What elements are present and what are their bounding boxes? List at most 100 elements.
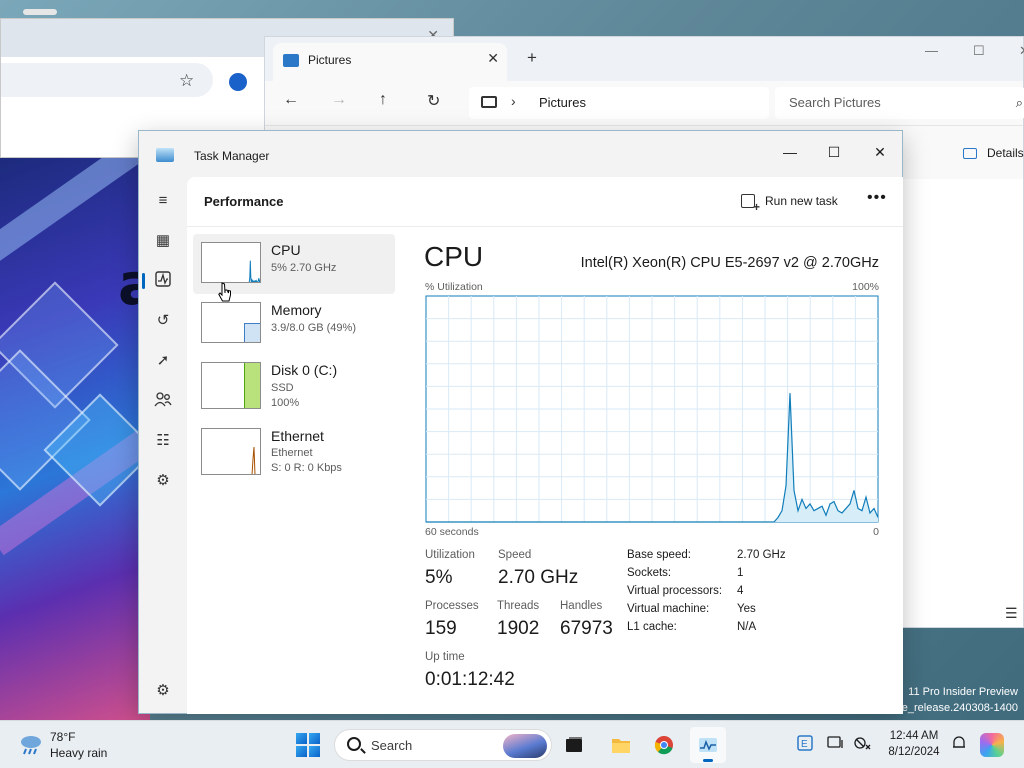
minimize-icon[interactable]: —	[925, 43, 938, 58]
explorer-tab-pictures[interactable]: Pictures ✕	[273, 43, 507, 81]
browser-tab-fragment[interactable]	[23, 9, 57, 15]
active-indicator	[142, 273, 145, 289]
clock-date: 8/12/2024	[888, 746, 940, 758]
performance-panel: Performance Run new task ••• CPU 5% 2.70…	[187, 177, 903, 714]
memory-thumbnail-graph	[201, 302, 261, 343]
handles-label: Handles	[560, 600, 603, 612]
threads-value: 1902	[497, 618, 540, 639]
utilization-label: Utilization	[425, 549, 475, 561]
chrome-taskbar-icon[interactable]	[646, 727, 682, 763]
maximize-button[interactable]: ☐	[811, 137, 857, 167]
pictures-folder-icon	[283, 54, 299, 67]
startup-apps-icon[interactable]: ➚	[153, 351, 173, 371]
system-clock[interactable]: 12:44 AM 8/12/2024	[884, 728, 944, 760]
search-icon	[347, 737, 361, 751]
search-placeholder: Search Pictures	[789, 95, 881, 110]
task-manager-window[interactable]: Task Manager — ☐ ✕ ≡ ▦ ↺ ➚ ☷ ⚙ ⚙ Perform…	[138, 130, 903, 714]
clock-time: 12:44 AM	[889, 730, 939, 742]
threads-label: Threads	[497, 600, 540, 612]
spec-value: 4	[737, 585, 744, 597]
forward-icon[interactable]: →	[331, 91, 347, 109]
speed-value: 2.70 GHz	[498, 567, 579, 588]
close-tab-icon[interactable]: ✕	[487, 50, 499, 67]
explorer-address-bar[interactable]: › Pictures	[469, 87, 769, 119]
close-button[interactable]: ✕	[857, 137, 903, 167]
watermark-edition: 11 Pro Insider Preview	[908, 686, 1018, 698]
page-header: Performance Run new task •••	[187, 177, 903, 227]
spec-label: Base speed:	[627, 549, 691, 561]
detail-heading: CPU	[424, 241, 484, 272]
processes-label: Processes	[425, 600, 479, 612]
new-tab-icon[interactable]: +	[527, 48, 537, 68]
copilot-icon[interactable]	[980, 733, 1004, 757]
maximize-icon[interactable]: ☐	[973, 43, 985, 59]
resource-detail-2: S: 0 R: 0 Kbps	[271, 462, 342, 474]
more-options-icon[interactable]: •••	[867, 189, 887, 207]
search-highlight-image	[503, 734, 547, 758]
resource-name: CPU	[271, 242, 301, 258]
explorer-navbar: ← → ↑ ↻ › Pictures Search Pictures ⌕	[265, 81, 1024, 125]
page-title: Performance	[204, 194, 284, 209]
task-manager-app-icon	[156, 148, 174, 162]
display-icon[interactable]	[827, 735, 843, 754]
uptime-label: Up time	[425, 651, 465, 663]
ethernet-thumbnail-graph	[201, 428, 261, 475]
explorer-titlebar[interactable]: Pictures ✕ + — ☐ ✕	[265, 37, 1024, 81]
resource-item-ethernet[interactable]: Ethernet Ethernet S: 0 R: 0 Kbps	[193, 420, 395, 480]
weather-description[interactable]: Heavy rain	[50, 746, 107, 760]
notification-bell-icon[interactable]	[951, 735, 967, 754]
star-icon[interactable]: ☆	[179, 71, 194, 91]
task-manager-titlebar[interactable]: Task Manager — ☐ ✕	[139, 131, 902, 177]
refresh-icon[interactable]: ↻	[427, 91, 440, 111]
weather-temperature[interactable]: 78°F	[50, 730, 75, 744]
spec-label: Virtual processors:	[627, 585, 723, 597]
up-icon[interactable]: ↑	[379, 91, 387, 109]
uptime-value: 0:01:12:42	[425, 669, 515, 690]
explorer-search-input[interactable]: Search Pictures ⌕	[775, 87, 1024, 119]
weather-rain-icon[interactable]	[18, 733, 44, 755]
handles-value: 67973	[560, 618, 613, 639]
spec-label: L1 cache:	[627, 621, 677, 633]
close-icon[interactable]: ✕	[1019, 43, 1024, 59]
services-icon[interactable]: ⚙	[153, 471, 173, 491]
taskbar: 78°F Heavy rain Search E 12:44 AM 8/12/2…	[0, 720, 1024, 768]
details-pane-icon[interactable]	[963, 148, 977, 159]
minimize-button[interactable]: —	[767, 137, 813, 167]
x-axis-label: 60 seconds	[425, 526, 479, 538]
watermark-build: e_release.240308-1400	[901, 702, 1018, 714]
back-icon[interactable]: ←	[283, 91, 299, 109]
spec-value: Yes	[737, 603, 756, 615]
list-view-icon[interactable]: ☰	[1005, 605, 1018, 622]
this-pc-icon	[481, 96, 497, 108]
hamburger-menu-icon[interactable]: ≡	[153, 191, 173, 211]
taskbar-search-box[interactable]: Search	[334, 729, 552, 761]
network-status-icon[interactable]	[853, 735, 871, 754]
processes-icon[interactable]: ▦	[153, 231, 173, 251]
start-button[interactable]	[296, 733, 320, 757]
x-axis-min-label: 0	[873, 526, 879, 538]
details-button[interactable]: Details	[987, 146, 1024, 160]
resource-name: Ethernet	[271, 428, 324, 444]
users-icon[interactable]	[153, 391, 173, 411]
task-view-button[interactable]	[556, 727, 592, 763]
navigation-sidebar: ≡ ▦ ↺ ➚ ☷ ⚙ ⚙	[139, 177, 187, 715]
svg-text:E: E	[801, 739, 808, 750]
y-axis-label: % Utilization	[425, 281, 483, 293]
details-icon[interactable]: ☷	[153, 431, 173, 451]
task-manager-taskbar-icon[interactable]	[690, 727, 726, 763]
settings-icon[interactable]: ⚙	[153, 681, 173, 701]
app-history-icon[interactable]: ↺	[153, 311, 173, 331]
profile-icon[interactable]	[229, 73, 247, 91]
desktop-wallpaper: a	[0, 150, 150, 720]
spec-label: Virtual machine:	[627, 603, 710, 615]
taskbar-search-placeholder: Search	[371, 738, 413, 753]
spec-value: 2.70 GHz	[737, 549, 786, 561]
cpu-model-name: Intel(R) Xeon(R) CPU E5-2697 v2 @ 2.70GH…	[580, 255, 879, 271]
resource-detail: Ethernet	[271, 447, 313, 459]
file-explorer-taskbar-icon[interactable]	[603, 727, 639, 763]
chevron-right-icon[interactable]: ›	[511, 93, 516, 109]
edge-dev-icon[interactable]: E	[797, 735, 813, 754]
performance-icon[interactable]	[153, 271, 173, 291]
resource-item-disk[interactable]: Disk 0 (C:) SSD 100%	[193, 354, 395, 414]
resource-detail: 3.9/8.0 GB (49%)	[271, 322, 356, 334]
